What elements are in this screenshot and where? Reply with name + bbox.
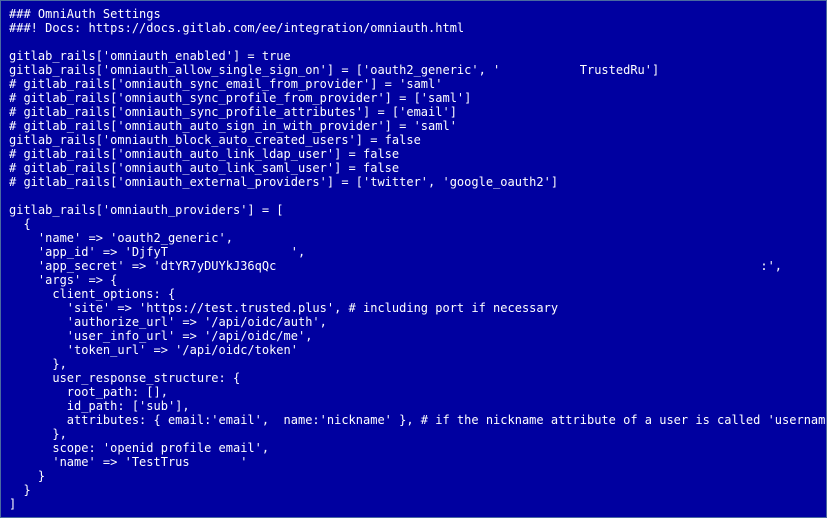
code-line: # gitlab_rails['omniauth_auto_link_ldap_…	[9, 147, 399, 161]
code-line: # gitlab_rails['omniauth_external_provid…	[9, 175, 558, 189]
code-line: },	[9, 357, 67, 371]
code-line: },	[9, 427, 67, 441]
code-line: 'authorize_url' => '/api/oidc/auth',	[9, 315, 327, 329]
code-line: attributes: { email:'email', name:'nickn…	[9, 413, 827, 427]
code-line: gitlab_rails['omniauth_allow_single_sign…	[9, 63, 659, 77]
code-line: gitlab_rails['omniauth_providers'] = [	[9, 203, 284, 217]
code-line: root_path: [],	[9, 385, 168, 399]
code-line: user_response_structure: {	[9, 371, 240, 385]
code-line: 'app_secret' => 'dtYR7yDUYkJ36qQc :',	[9, 259, 782, 273]
code-line: 'app_id' => 'DjfyT ',	[9, 245, 305, 259]
code-line: 'args' => {	[9, 273, 117, 287]
code-line: 'name' => 'oauth2_generic',	[9, 231, 233, 245]
code-line: ]	[9, 497, 16, 511]
code-line: ###! Docs: https://docs.gitlab.com/ee/in…	[9, 21, 464, 35]
code-line: scope: 'openid profile email',	[9, 441, 269, 455]
code-line: # gitlab_rails['omniauth_auto_sign_in_wi…	[9, 119, 457, 133]
code-line: 'token_url' => '/api/oidc/token'	[9, 343, 298, 357]
code-line: # gitlab_rails['omniauth_sync_email_from…	[9, 77, 442, 91]
code-line: }	[9, 469, 45, 483]
code-line: client_options: {	[9, 287, 175, 301]
code-line: # gitlab_rails['omniauth_auto_link_saml_…	[9, 161, 399, 175]
code-line: ### OmniAuth Settings	[9, 7, 161, 21]
code-line: id_path: ['sub'],	[9, 399, 190, 413]
code-line: 'user_info_url' => '/api/oidc/me',	[9, 329, 312, 343]
code-line: }	[9, 483, 31, 497]
config-terminal: ### OmniAuth Settings ###! Docs: https:/…	[0, 0, 827, 518]
code-line: gitlab_rails['omniauth_block_auto_create…	[9, 133, 421, 147]
code-line: 'name' => 'TestTrus '	[9, 455, 247, 469]
code-line: {	[9, 217, 31, 231]
code-line: # gitlab_rails['omniauth_sync_profile_at…	[9, 105, 457, 119]
code-line: gitlab_rails['omniauth_enabled'] = true	[9, 49, 291, 63]
code-line: # gitlab_rails['omniauth_sync_profile_fr…	[9, 91, 471, 105]
code-line: 'site' => 'https://test.trusted.plus', #…	[9, 301, 558, 315]
